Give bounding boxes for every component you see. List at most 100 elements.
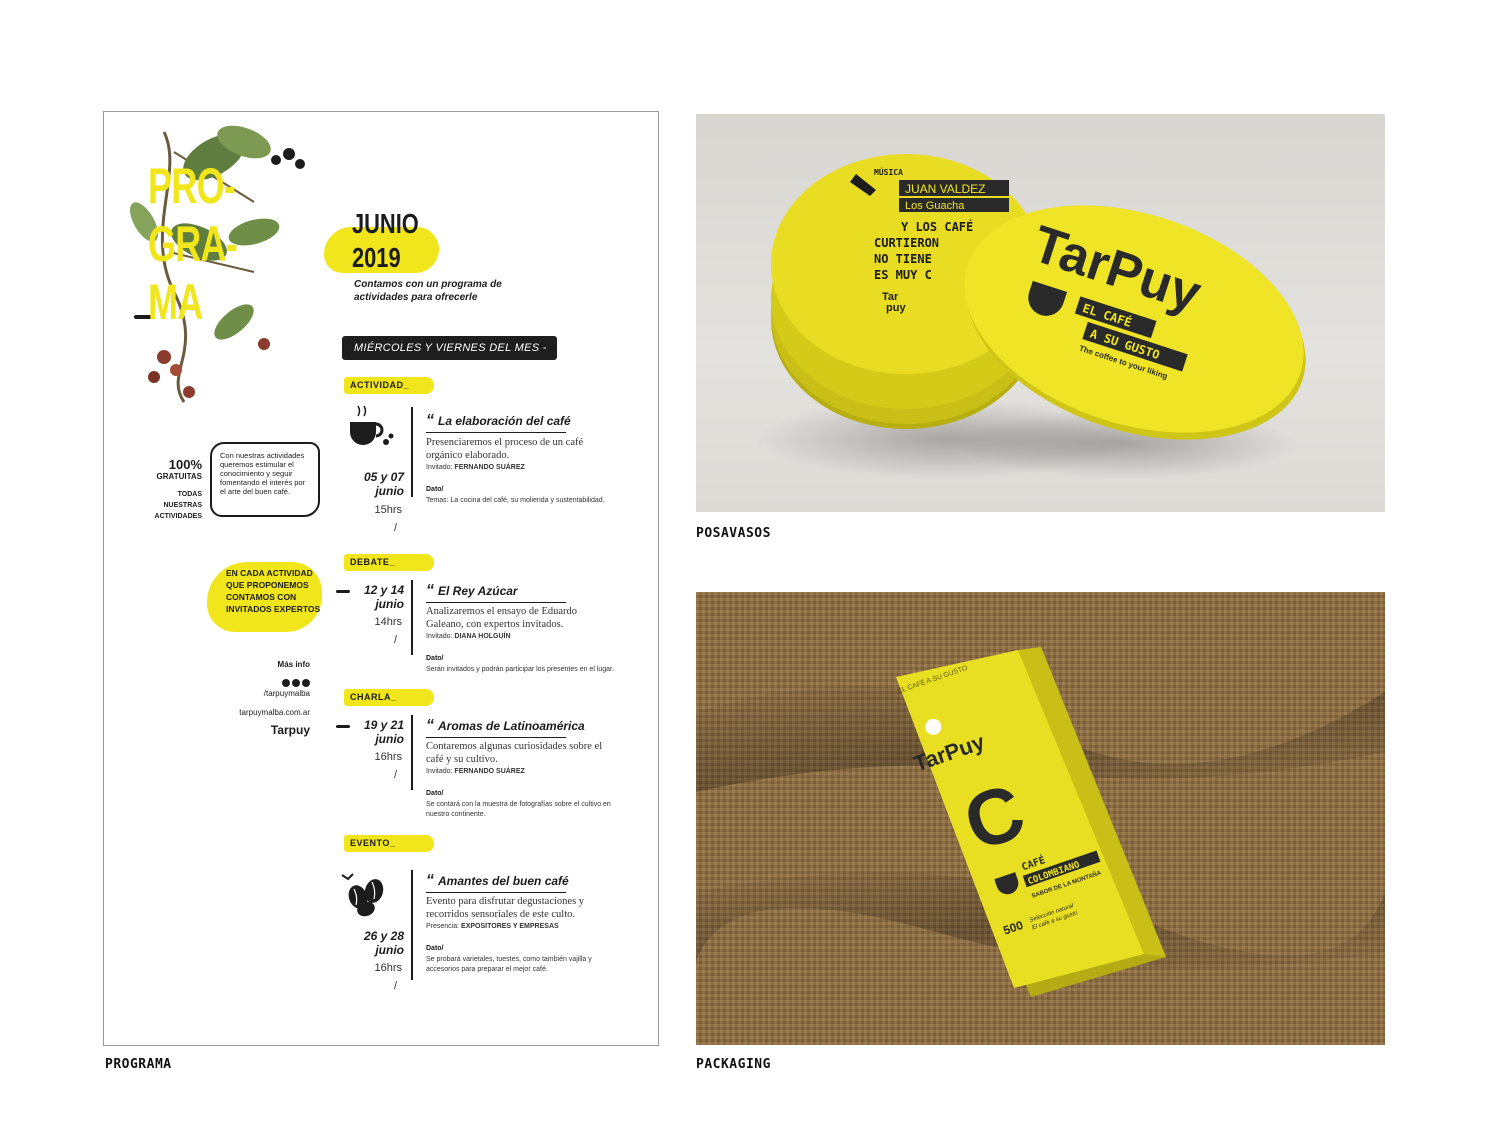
event-tag: ACTIVIDAD_: [344, 377, 434, 394]
event-month: junio: [375, 732, 404, 746]
packaging-photo: EL CAFÉ A SU GUSTO TarPuy C CAFÉ COLOMBI…: [696, 592, 1385, 1045]
event-month: junio: [375, 597, 404, 611]
guest-label: Invitado:: [426, 464, 453, 471]
month-name: JUNIO: [352, 208, 419, 239]
guest-label: Invitado:: [426, 633, 453, 640]
days-bar: MIÉRCOLES Y VIERNES DEL MES -: [342, 336, 557, 360]
coaster-logo: puy: [886, 302, 906, 314]
dato-label: Dato/: [426, 655, 444, 662]
event-tag: EVENTO_: [344, 835, 434, 852]
slash-mark: /: [394, 634, 398, 646]
more-info-label: Más info: [277, 660, 310, 669]
event-date: 26 y 28 junio: [352, 929, 404, 957]
event-guest: Presencia: EXPOSITORES Y EMPRESAS: [426, 923, 559, 930]
caption-programa: PROGRAMA: [105, 1057, 172, 1072]
event-guest: Invitado: FERNANDO SUÁREZ: [426, 464, 525, 471]
contact-info: Más info /tarpuymalba tarpuymalba.com.ar…: [200, 660, 310, 737]
dato-label: Dato/: [426, 486, 444, 493]
date-header: JUNIO 2019: [324, 207, 444, 277]
posavasos-photo: MÚSICA JUAN VALDEZ Los Guacha Y LOS CAFÉ…: [696, 114, 1385, 512]
free-block: 100% GRATUITAS TODAS NUESTRAS ACTIVIDADE…: [144, 457, 202, 522]
poster-title: PRO- GRA- MA: [148, 157, 238, 331]
event-dato: Temas: La cocina del café, su molienda y…: [426, 497, 605, 504]
music-label: MÚSICA: [874, 166, 903, 177]
poster-title-line: MA: [148, 274, 203, 330]
coffee-beans-icon: [341, 873, 384, 917]
event-date: 05 y 07 junio: [352, 470, 404, 498]
event-time: 16hrs: [374, 751, 402, 763]
event-date: 19 y 21 junio: [352, 718, 404, 746]
free-label: GRATUITAS: [156, 472, 202, 481]
slash-mark: /: [394, 522, 398, 534]
caption-packaging: PACKAGING: [696, 1057, 771, 1072]
slash-mark: /: [394, 980, 398, 992]
guest-label: Presencia:: [426, 923, 460, 930]
quote-line: ES MUY C: [874, 268, 932, 282]
event-days: 26 y 28: [363, 929, 404, 943]
bag-mockup: EL CAFÉ A SU GUSTO TarPuy C CAFÉ COLOMBI…: [696, 592, 1385, 1045]
divider-line: [411, 407, 413, 497]
month-label: JUNIO 2019: [352, 207, 419, 275]
dato-label: Dato/: [426, 790, 444, 797]
event-description: Evento para disfrutar degustaciones y re…: [426, 896, 585, 920]
event-month: junio: [375, 484, 404, 498]
event-days: 12 y 14: [363, 583, 404, 597]
slash-mark: /: [394, 769, 398, 781]
facebook-icon[interactable]: [282, 679, 290, 687]
event-guest: Invitado: FERNANDO SUÁREZ: [426, 768, 525, 775]
experts-text: EN CADA ACTIVIDAD QUE PROPONEMOS CONTAMO…: [226, 568, 321, 614]
guest-name: DIANA HOLGUÍN: [454, 633, 511, 640]
event-description: Presenciaremos el proceso de un café org…: [426, 437, 584, 461]
event-dato: Serán invitados y podrán participar los …: [426, 666, 614, 673]
speech-bubble: Con nuestras actividades queremos estimu…: [210, 442, 320, 517]
poster-title-line: PRO-: [148, 158, 236, 214]
guest-name: FERNANDO SUÁREZ: [454, 768, 525, 775]
year: 2019: [352, 242, 401, 273]
event-tag: DEBATE_: [344, 554, 434, 571]
programa-poster: PRO- GRA- MA JUNIO 2019 Contamos con un …: [103, 111, 659, 1046]
website-link[interactable]: tarpuymalba.com.ar: [200, 708, 310, 717]
quote-line: Y LOS CAFÉ: [901, 219, 973, 234]
dash-mark: [336, 590, 350, 593]
event-description: Analizaremos el ensayo de Eduardo Galean…: [426, 606, 578, 630]
free-sub: TODAS NUESTRAS ACTIVIDADES: [154, 491, 202, 520]
event-month: junio: [375, 943, 404, 957]
event-title: El Rey Azúcar: [426, 582, 566, 603]
event-time: 14hrs: [374, 616, 402, 628]
event-guest: Invitado: DIANA HOLGUÍN: [426, 633, 511, 640]
event-title: Aromas de Latinoamérica: [426, 717, 585, 738]
free-percent: 100%: [168, 457, 202, 472]
event-days: 05 y 07: [363, 470, 404, 484]
event-title: Amantes del buen café: [426, 872, 569, 893]
event-date: 12 y 14 junio: [352, 583, 404, 611]
coffee-cup-icon: [350, 405, 394, 445]
twitter-icon[interactable]: [292, 679, 300, 687]
brand-name: Tarpuy: [270, 723, 310, 737]
band-1: JUAN VALDEZ: [905, 182, 985, 196]
divider-line: [411, 870, 413, 980]
band-2: Los Guacha: [905, 200, 965, 212]
social-handle[interactable]: /tarpuymalba: [200, 689, 310, 698]
divider-line: [411, 715, 413, 790]
guest-name: FERNANDO SUÁREZ: [454, 464, 525, 471]
event-dato: Se contará con la muestra de fotografías…: [426, 801, 611, 818]
coasters-mockup: MÚSICA JUAN VALDEZ Los Guacha Y LOS CAFÉ…: [756, 154, 1306, 479]
dash-mark: [336, 725, 350, 728]
quote-line: NO TIENE: [874, 252, 932, 266]
guest-label: Invitado:: [426, 768, 453, 775]
instagram-icon[interactable]: [302, 679, 310, 687]
social-icons: [282, 679, 310, 687]
event-dato: Se probará varietales, tuestes, como tam…: [426, 956, 592, 973]
event-tag: CHARLA_: [344, 689, 434, 706]
dato-label: Dato/: [426, 945, 444, 952]
caption-posavasos: POSAVASOS: [696, 526, 771, 541]
event-title: La elaboración del café: [426, 412, 571, 433]
event-days: 19 y 21: [363, 718, 404, 732]
guest-name: EXPOSITORES Y EMPRESAS: [461, 923, 559, 930]
divider-line: [411, 580, 413, 655]
poster-title-line: GRA-: [148, 216, 238, 272]
event-time: 16hrs: [374, 962, 402, 974]
intro-text: Contamos con un programa de actividades …: [354, 279, 502, 303]
event-description: Contaremos algunas curiosidades sobre el…: [426, 741, 603, 765]
quote-line: CURTIERON: [874, 236, 939, 250]
